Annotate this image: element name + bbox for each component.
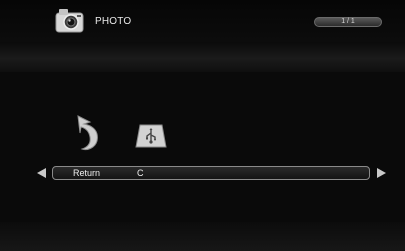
page-indicator-text: 1 / 1 [341,18,355,25]
selected-item-name: Return [73,168,101,178]
page-title: PHOTO [95,16,132,27]
selection-bar[interactable]: Return C [52,166,370,180]
usb-drive-item[interactable] [134,122,168,150]
header-band [0,42,405,72]
return-item[interactable] [72,112,106,152]
page-indicator: 1 / 1 [314,17,382,27]
arrow-right-icon[interactable] [377,168,386,178]
footer-bar [0,222,405,251]
camera-icon [54,4,86,36]
content-area [0,72,405,222]
media-browser-screen: PHOTO 1 / 1 Return C [0,0,405,251]
return-arrow-icon [77,115,98,151]
usb-drive-icon [135,124,167,148]
arrow-left-icon[interactable] [37,168,46,178]
selected-item-value: C [137,168,144,178]
